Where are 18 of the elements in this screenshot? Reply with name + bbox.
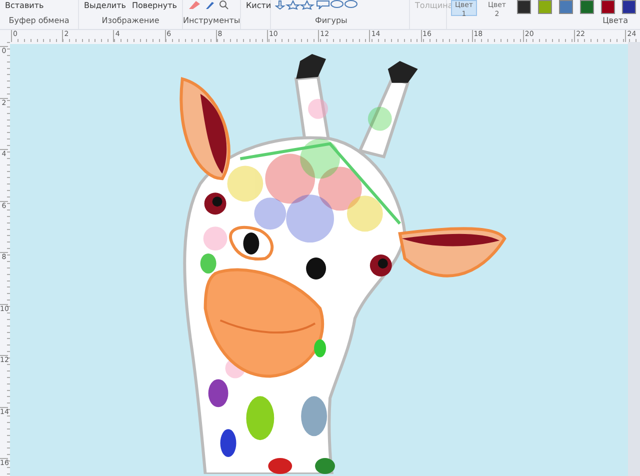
group-label: Изображение bbox=[102, 16, 160, 25]
group-label: Фигуры bbox=[314, 16, 348, 25]
color-swatch[interactable] bbox=[622, 0, 636, 14]
color-swatch[interactable] bbox=[601, 0, 615, 14]
color-picker-icon[interactable] bbox=[204, 0, 215, 10]
group-label: Цвета bbox=[602, 16, 628, 25]
color-swatch[interactable] bbox=[559, 0, 573, 14]
group-label: Инструменты bbox=[182, 16, 240, 25]
eraser-icon[interactable] bbox=[186, 0, 201, 10]
paste-button[interactable]: Вставить bbox=[4, 0, 45, 11]
rotate-button[interactable]: Повернуть bbox=[130, 0, 178, 11]
color-swatch[interactable] bbox=[580, 0, 594, 14]
group-label: Буфер обмена bbox=[8, 16, 70, 25]
color-swatch[interactable] bbox=[538, 0, 552, 14]
color-swatch[interactable] bbox=[517, 0, 531, 14]
brushes-button[interactable]: Кисти bbox=[244, 0, 272, 11]
magnifier-icon[interactable] bbox=[218, 0, 229, 10]
select-button[interactable]: Выделить bbox=[83, 0, 127, 11]
